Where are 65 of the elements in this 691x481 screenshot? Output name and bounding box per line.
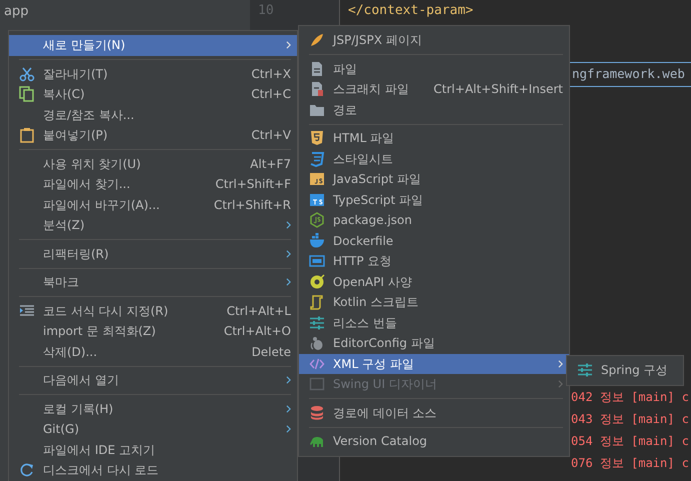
file-icon <box>309 60 325 77</box>
menu-item[interactable]: 리소스 번들 <box>299 312 569 333</box>
menu-item[interactable]: JSP/JSPX 페이지 <box>299 30 569 50</box>
whale-icon <box>309 232 325 249</box>
log-line: 076 정보 [main] c <box>571 455 690 472</box>
code-line: ngframework.web <box>570 62 691 87</box>
menu-item[interactable]: 복사(C) Ctrl+C <box>9 84 297 104</box>
menu-item[interactable]: Kotlin 스크립트 <box>299 292 569 312</box>
menu-item[interactable]: 북마크 <box>9 272 297 292</box>
log-line: 042 정보 [main] c <box>571 389 690 406</box>
api-icon <box>309 253 325 270</box>
scissors-icon <box>19 66 35 82</box>
scroll-icon <box>309 294 325 310</box>
menu-item[interactable]: package.json <box>299 210 569 230</box>
menu-item[interactable]: 경로 <box>299 100 569 120</box>
menu-item[interactable]: 파일에서 바꾸기(A)... Ctrl+Shift+R <box>9 194 297 215</box>
menu-item[interactable]: Version Catalog <box>299 431 569 452</box>
menu-item[interactable]: HTTP 요청 <box>299 251 569 272</box>
menu-item[interactable]: 붙여넣기(P) Ctrl+V <box>9 125 297 146</box>
menu-item[interactable]: 디스크에서 다시 로드 <box>9 460 297 480</box>
copy-icon <box>19 86 35 102</box>
feather-icon <box>309 32 325 48</box>
menu-item[interactable]: XML 구성 파일 <box>299 354 569 374</box>
sliders-icon <box>577 362 593 378</box>
menu-item[interactable]: import 문 최적화(Z) Ctrl+Alt+O <box>9 321 297 342</box>
menu-item[interactable]: 파일에서 찾기... Ctrl+Shift+F <box>9 174 297 194</box>
clipboard-icon <box>19 127 35 144</box>
menu-item[interactable]: 파일에서 IDE 고치기 <box>9 440 297 460</box>
menu-item[interactable]: 경로에 데이터 소스 <box>299 402 569 423</box>
sliders-icon <box>309 314 325 331</box>
css3-icon <box>309 150 325 167</box>
align-lines-icon <box>19 302 35 319</box>
menu-item[interactable]: Dockerfile <box>299 230 569 251</box>
hexagon-icon <box>309 212 325 228</box>
menu-item[interactable]: 삭제(D)... Delete <box>9 342 297 362</box>
menu-item[interactable]: 새로 만들기(N) <box>9 35 297 56</box>
log-line: 054 정보 [main] c <box>571 433 690 450</box>
menu-item[interactable]: Git(G) <box>9 419 297 440</box>
database-icon <box>309 404 325 421</box>
menu-item[interactable]: 분석(Z) <box>9 215 297 236</box>
js-icon <box>309 171 325 188</box>
menu-item[interactable]: 리팩터링(R) <box>9 244 297 264</box>
menu-item[interactable]: 경로/참조 복사... <box>9 104 297 125</box>
menu-item[interactable]: TypeScript 파일 <box>299 190 569 210</box>
ts-icon <box>309 192 325 208</box>
menu-item[interactable]: 다음에서 열기 <box>9 370 297 390</box>
menu-item[interactable]: 코드 서식 다시 지정(R) Ctrl+Alt+L <box>9 300 297 321</box>
menu-item[interactable]: 잘라내기(T) Ctrl+X <box>9 64 297 84</box>
menu-item[interactable]: 사용 위치 찾기(U) Alt+F7 <box>9 154 297 174</box>
menu-item[interactable]: HTML 파일 <box>299 128 569 148</box>
file-icon <box>309 81 325 98</box>
menu-item[interactable]: 파일 <box>299 58 569 79</box>
html5-icon <box>309 130 325 146</box>
menu-item[interactable]: 스타일시트 <box>299 148 569 169</box>
menu-item[interactable]: JavaScript 파일 <box>299 169 569 190</box>
menu-item[interactable]: 로컬 기록(H) <box>9 398 297 419</box>
log-line: 043 정보 [main] c <box>571 411 690 428</box>
menu-item[interactable]: OpenAPI 사양 <box>299 272 569 292</box>
menu-item[interactable]: Spring 구성 <box>567 360 683 380</box>
menu-item[interactable]: EditorConfig 파일 <box>299 333 569 354</box>
menu-item[interactable]: 스크래치 파일 Ctrl+Alt+Shift+Insert <box>299 79 569 100</box>
reload-icon <box>19 462 35 478</box>
project-folder-label[interactable]: app <box>0 0 250 24</box>
window-icon <box>309 376 325 392</box>
code-line: </context-param> <box>348 2 474 20</box>
